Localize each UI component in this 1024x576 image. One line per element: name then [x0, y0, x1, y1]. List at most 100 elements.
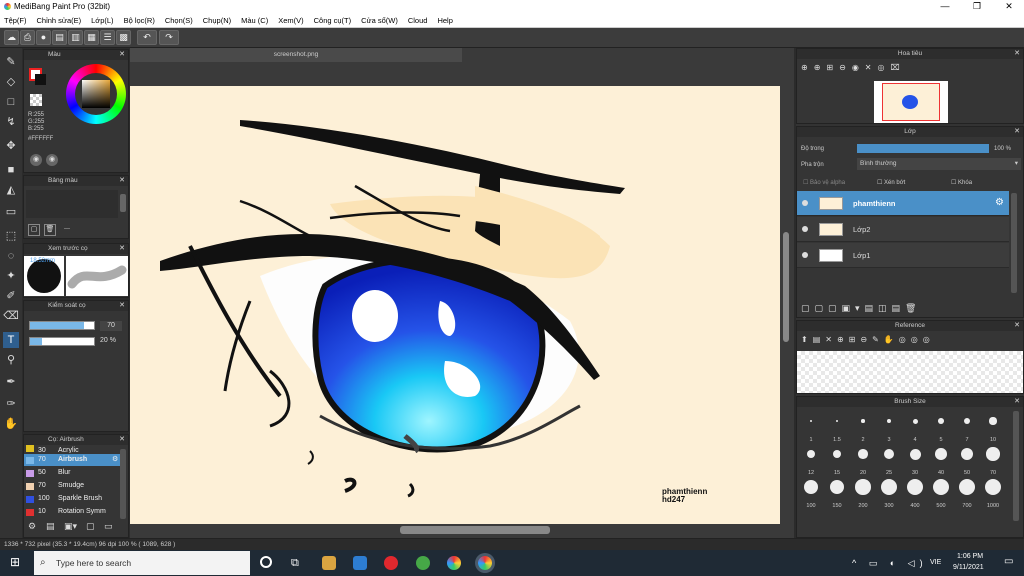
brush-size-option[interactable]: 7	[955, 411, 979, 443]
palette-icon[interactable]: ◉	[30, 154, 42, 166]
notification-icon[interactable]: ▭	[1004, 556, 1013, 567]
add-brush-icon[interactable]: ⚙	[28, 521, 40, 533]
brush-size-option[interactable]: 100	[799, 477, 823, 509]
minimize-button[interactable]: —	[930, 1, 960, 11]
menu-cloud[interactable]: Cloud	[408, 16, 428, 25]
brush-copy-icon[interactable]: ▢	[86, 521, 98, 533]
brush-size-option[interactable]: 10	[981, 411, 1005, 443]
brush-size-option[interactable]: 3	[877, 411, 901, 443]
brush-size-option[interactable]: 30	[903, 444, 927, 476]
redo-icon[interactable]: ↷	[159, 30, 179, 45]
menu-window[interactable]: Cửa sổ(W)	[361, 16, 398, 25]
clock-date[interactable]: 9/11/2021	[953, 564, 984, 571]
transparent-color-swatch[interactable]	[30, 94, 42, 106]
palette-list[interactable]	[26, 190, 118, 218]
magic-wand-icon[interactable]: ✦	[3, 268, 19, 284]
visibility-icon[interactable]	[802, 252, 808, 258]
rect-select-icon[interactable]: ⬚	[3, 228, 19, 244]
pages-icon[interactable]: ▦	[84, 30, 99, 45]
app-icon[interactable]	[447, 556, 461, 570]
operation-tool-icon[interactable]: ⚲	[3, 352, 19, 368]
brush-size-scrollbar[interactable]	[1013, 411, 1019, 521]
fill-rect-icon[interactable]: ■	[3, 162, 19, 178]
select-eraser-icon[interactable]: ⌫	[3, 308, 19, 324]
menu-file[interactable]: Tệp(F)	[4, 16, 27, 25]
brush-size-option[interactable]: 70	[981, 444, 1005, 476]
clipping-checkbox[interactable]: ☐ Xén bớt	[877, 179, 905, 186]
shape-tool-icon[interactable]: □	[3, 94, 19, 110]
menu-tools[interactable]: Công cụ(T)	[314, 16, 352, 25]
navigator-thumbnail[interactable]	[874, 81, 948, 123]
text-tool-icon[interactable]: T	[3, 332, 19, 348]
horizontal-scrollbar[interactable]	[130, 524, 780, 536]
palette-add-icon[interactable]: ◉	[46, 154, 58, 166]
chat-icon[interactable]: ●	[36, 30, 51, 45]
cloud-icon[interactable]: ☁	[4, 30, 19, 45]
bucket-tool-icon[interactable]: ◭	[3, 182, 19, 198]
brush-size-option[interactable]: 12	[799, 444, 823, 476]
menu-layer[interactable]: Lớp(L)	[91, 16, 113, 25]
brush-item-selected[interactable]: 70 Airbrush ⚙	[24, 454, 124, 466]
menu-filter[interactable]: Bộ lọc(R)	[124, 16, 155, 25]
layer-item[interactable]: Lớp1	[797, 243, 1009, 268]
save-icon[interactable]: ⎙	[20, 30, 35, 45]
layer-opacity-slider[interactable]	[857, 144, 989, 153]
brush-item[interactable]: 30 Acrylic	[24, 445, 124, 453]
pen-tool-icon[interactable]: ✑	[3, 396, 19, 412]
mail-icon[interactable]	[353, 556, 367, 570]
brush-size-option[interactable]: 4	[903, 411, 927, 443]
brush-item[interactable]: 10 Rotation Symm	[24, 506, 116, 518]
layer-actions[interactable]: ▢▢▢▣▾▤◫▤🗑	[801, 303, 921, 314]
close-icon[interactable]: ✕	[119, 244, 125, 254]
menu-edit[interactable]: Chỉnh sửa(E)	[37, 16, 82, 25]
task-view-icon[interactable]: ⧉	[291, 556, 305, 570]
gradient-tool-icon[interactable]: ▭	[3, 204, 19, 220]
brush-tool-icon[interactable]: ✎	[3, 54, 19, 70]
brush-list-scrollbar[interactable]	[120, 449, 126, 519]
menu-view[interactable]: Xem(V)	[278, 16, 303, 25]
brush-size-option[interactable]: 15	[825, 444, 849, 476]
reference-tools[interactable]: ⬆▤✕⊕⊞⊖✎✋◎◎◎	[801, 335, 935, 344]
close-icon[interactable]: ✕	[1014, 127, 1020, 137]
color-wheel[interactable]	[66, 64, 126, 124]
brush-size-option[interactable]: 300	[877, 477, 901, 509]
close-icon[interactable]: ✕	[1014, 321, 1020, 331]
close-button[interactable]: ✕	[994, 1, 1024, 12]
undo-icon[interactable]: ↶	[137, 30, 157, 45]
language-indicator[interactable]: VIE	[930, 559, 941, 566]
layer-scrollbar[interactable]	[1011, 193, 1017, 293]
brush-size-option[interactable]: 1.5	[825, 411, 849, 443]
close-icon[interactable]: ✕	[1014, 397, 1020, 407]
maximize-button[interactable]: ❐	[962, 1, 992, 12]
lasso-icon[interactable]: ◌	[3, 248, 19, 264]
select-brush-icon[interactable]: ✐	[3, 288, 19, 304]
brush-item[interactable]: 100 Sparkle Brush	[24, 493, 124, 505]
close-icon[interactable]: ✕	[119, 435, 125, 445]
cortana-icon[interactable]	[260, 556, 272, 568]
layer-item[interactable]: Lớp2	[797, 217, 1009, 242]
brush-size-option[interactable]: 25	[877, 444, 901, 476]
close-icon[interactable]: ✕	[119, 50, 125, 60]
brush-size-option[interactable]: 200	[851, 477, 875, 509]
menu-help[interactable]: Help	[437, 16, 452, 25]
gear-icon[interactable]: ⚙	[112, 454, 118, 466]
brush-size-option[interactable]: 2	[851, 411, 875, 443]
layer-item[interactable]: phamthienn ⚙	[797, 191, 1009, 216]
visibility-icon[interactable]	[802, 226, 808, 232]
menu-snap[interactable]: Chụp(N)	[203, 16, 231, 25]
protect-alpha-checkbox[interactable]: ☐ Bảo vệ alpha	[803, 179, 845, 186]
lock-checkbox[interactable]: ☐ Khóa	[951, 179, 972, 186]
secondary-color-swatch[interactable]	[35, 74, 46, 85]
new-palette-icon[interactable]: ▢	[28, 224, 40, 236]
tray-icons[interactable]: ^ ▭ ◐ ◁)	[852, 558, 928, 569]
brush-size-option[interactable]: 40	[929, 444, 953, 476]
brush-size-option[interactable]: 1000	[981, 477, 1005, 509]
menu-color[interactable]: Màu (C)	[241, 16, 268, 25]
brush-size-option[interactable]: 50	[955, 444, 979, 476]
vertical-scrollbar[interactable]	[782, 66, 790, 524]
menu-select[interactable]: Chọn(S)	[165, 16, 193, 25]
brush-import-icon[interactable]: ▭	[104, 521, 116, 533]
brush-size-option[interactable]: 1	[799, 411, 823, 443]
reference-canvas[interactable]	[797, 351, 1023, 393]
close-icon[interactable]: ✕	[119, 176, 125, 186]
